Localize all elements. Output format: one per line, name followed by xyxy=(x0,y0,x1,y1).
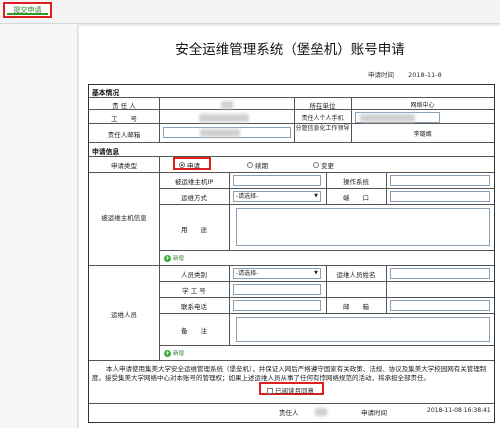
student-no-field[interactable] xyxy=(233,284,321,295)
host-ip-field[interactable] xyxy=(233,175,321,186)
page-title: 安全运维管理系统（堡垒机）账号申请 xyxy=(175,42,405,58)
ops-email-field[interactable] xyxy=(390,300,490,311)
person-value-redacted xyxy=(221,101,233,109)
apply-type-label: 申请类型 xyxy=(111,162,137,170)
email-label: 责任人邮箱 xyxy=(107,131,141,139)
radio-icon xyxy=(247,162,253,168)
dropdown-arrow-icon: ▼ xyxy=(314,270,318,276)
staff-no-redacted xyxy=(199,114,249,122)
host-os-label: 操作系统 xyxy=(343,178,369,186)
staff-no-label: 工 号 xyxy=(111,115,137,123)
host-os-field[interactable] xyxy=(390,175,490,186)
add-plus-icon: + xyxy=(164,254,171,262)
contact-field[interactable] xyxy=(233,300,321,311)
top-toolbar: 提交申请 xyxy=(0,0,500,24)
leader-label: 分管信息化工作领导 xyxy=(295,125,350,132)
email-field[interactable] xyxy=(163,127,291,138)
unit-value: 网络中心 xyxy=(410,102,435,109)
phone-field[interactable] xyxy=(355,112,440,123)
apply-date-label: 申请时间 xyxy=(368,71,394,79)
port-label: 端 口 xyxy=(343,194,369,202)
host-add-button[interactable]: + 新增 xyxy=(164,254,184,262)
footer-person-redacted xyxy=(315,408,327,416)
host-add-label: 新增 xyxy=(173,256,185,262)
apply-option-change[interactable]: 变更 xyxy=(313,160,334,170)
person-label: 责 任 人 xyxy=(112,102,136,110)
submit-button-underline xyxy=(7,13,48,15)
ops-add-button[interactable]: + 新增 xyxy=(164,349,184,357)
phone-label: 责任人个人手机 xyxy=(301,115,344,122)
footer-time-label: 申请时间 xyxy=(361,409,387,417)
agree-checkbox[interactable]: 已阅读且同意 xyxy=(267,385,314,395)
phone-value-redacted xyxy=(360,114,415,122)
section-basic-info: 基本情况 xyxy=(92,89,120,97)
leader-value: 李璐嫣 xyxy=(413,131,432,138)
host-ip-label: 被运维主机IP xyxy=(174,178,214,186)
apply-option-new-label: 申请 xyxy=(187,162,200,170)
ops-name-label: 运维人员姓名 xyxy=(336,271,376,279)
category-select[interactable]: -请选择- ▼ xyxy=(233,268,321,279)
footer-time-value: 2018-11-08 16:38:41 xyxy=(427,407,491,414)
email-value-redacted xyxy=(200,129,240,137)
agree-label: 已阅读且同意 xyxy=(275,387,314,395)
ops-method-select[interactable]: -请选择- ▼ xyxy=(233,191,321,202)
remark-textarea[interactable] xyxy=(236,317,490,342)
ops-group-label: 运维人员 xyxy=(111,311,137,319)
unit-label: 所在单位 xyxy=(309,102,336,110)
port-field[interactable] xyxy=(390,191,490,202)
host-group-label: 被运维主机信息 xyxy=(101,214,147,222)
category-label: 人员类别 xyxy=(181,271,207,279)
contact-label: 联系电话 xyxy=(181,303,207,311)
ops-method-value: -请选择- xyxy=(236,193,259,200)
footer-person-label: 责任人 xyxy=(279,409,299,417)
left-panel xyxy=(0,24,78,428)
apply-option-new[interactable]: 申请 xyxy=(179,160,200,170)
apply-option-change-label: 变更 xyxy=(321,162,334,170)
student-no-label: 学 工 号 xyxy=(182,287,206,295)
radio-selected-icon xyxy=(179,162,185,168)
apply-date-value: 2018-11-8 xyxy=(408,71,442,79)
apply-date: 申请时间 2018-11-8 xyxy=(368,69,454,79)
ops-add-label: 新增 xyxy=(173,351,185,357)
apply-option-renew[interactable]: 续期 xyxy=(247,160,268,170)
add-plus-icon: + xyxy=(164,349,171,357)
apply-option-renew-label: 续期 xyxy=(255,162,268,170)
category-value: -请选择- xyxy=(236,270,259,277)
ops-method-label: 运维方式 xyxy=(181,194,207,202)
radio-icon xyxy=(313,162,319,168)
remark-label: 备 注 xyxy=(181,327,207,335)
submit-application-button[interactable]: 提交申请 xyxy=(3,2,52,18)
use-label: 用 途 xyxy=(181,226,207,234)
section-apply-info: 申请信息 xyxy=(92,148,120,156)
ops-name-field[interactable] xyxy=(390,268,490,279)
use-textarea[interactable] xyxy=(236,208,490,246)
ops-email-label: 邮 箱 xyxy=(343,303,369,311)
dropdown-arrow-icon: ▼ xyxy=(314,193,318,199)
agreement-notice: 本人申请使用集美大学安全运维管理系统（堡垒机），并保证入网后严格遵守国家有关政策… xyxy=(92,365,487,382)
checkbox-icon xyxy=(267,388,273,394)
